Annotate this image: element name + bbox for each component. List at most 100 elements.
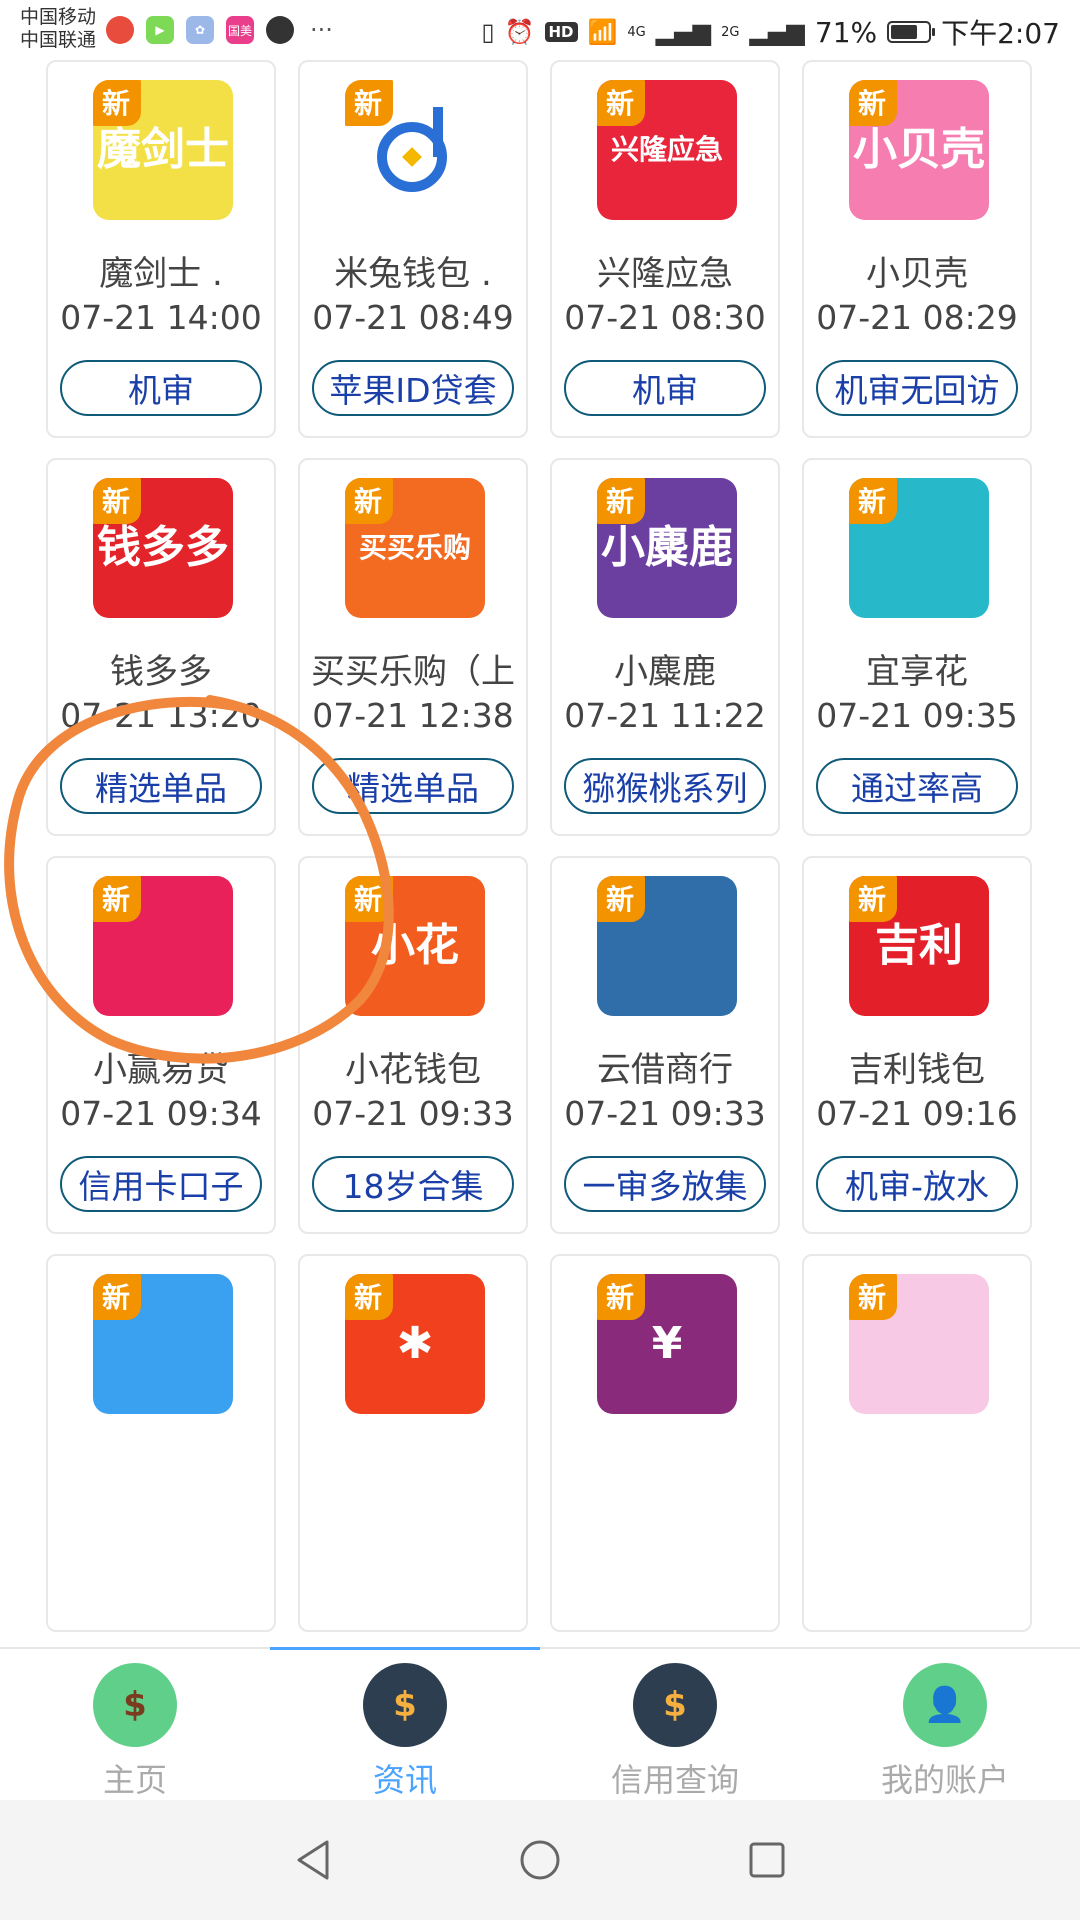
- mojianshi-app-icon: 魔剑士新: [93, 80, 233, 220]
- app-tag-button[interactable]: 猕猴桃系列: [564, 758, 766, 814]
- app-update-time: 07-21 09:33: [312, 1094, 514, 1133]
- app-name: 小麋鹿: [614, 652, 716, 692]
- app-icon-text: 魔剑士: [97, 123, 229, 175]
- status-right: ▯ ⏰ HD 📶 4G ▂▄▆ 2G ▂▄▆ 71% 下午2:07: [481, 12, 1060, 52]
- app-card[interactable]: 新小赢易贷 07-21 09:34 信用卡口子: [46, 856, 276, 1234]
- app-tag-button[interactable]: 苹果ID贷套: [312, 360, 514, 416]
- nav-tab-2[interactable]: $ 资讯: [270, 1649, 540, 1800]
- app-name: 魔剑士 .: [99, 254, 223, 294]
- app-icon-text: 吉利: [875, 919, 963, 971]
- signal-2-label: 2G: [721, 24, 740, 40]
- new-badge: 新: [849, 80, 897, 126]
- carrier-1: 中国移动: [20, 6, 97, 28]
- app-update-time: 07-21 08:30: [564, 298, 766, 337]
- nav-tab-label: 主页: [102, 1761, 167, 1799]
- new-badge: 新: [849, 1274, 897, 1320]
- app-tag-button[interactable]: 精选单品: [60, 758, 262, 814]
- app-tag-button[interactable]: 18岁合集: [312, 1156, 514, 1212]
- app-update-time: 07-21 08:29: [816, 298, 1018, 337]
- signal-1-icon: ▂▄▆: [655, 18, 712, 46]
- app-name: 小赢易贷: [93, 1050, 229, 1090]
- new-badge: 新: [93, 80, 141, 126]
- app-update-time: 07-21 11:22: [564, 696, 766, 735]
- back-button[interactable]: [283, 1830, 343, 1890]
- nav-tab-label: 信用查询: [610, 1761, 739, 1799]
- app-tag-button[interactable]: 机审-放水: [816, 1156, 1018, 1212]
- app-tag-button[interactable]: 精选单品: [312, 758, 514, 814]
- play-store-icon: ▶: [146, 16, 174, 44]
- new-badge: 新: [345, 478, 393, 524]
- app-card[interactable]: ¥ 新: [550, 1254, 780, 1632]
- app-grid: 新品借新品借 .07-21 14:00机审无回访雅典娜钱庄雅典娜 .07-21 …: [46, 60, 1032, 1632]
- app-card[interactable]: 新: [802, 1254, 1032, 1632]
- new-badge: 新: [93, 478, 141, 524]
- app-icon-text: 买买乐购: [358, 531, 471, 565]
- xiaobeike-app-icon: 小贝壳新: [849, 80, 989, 220]
- yixianghua-app-icon: 新: [849, 478, 989, 618]
- app-card[interactable]: 新云借商行 07-21 09:33 一审多放集: [550, 856, 780, 1234]
- message-bubble-icon: [266, 16, 294, 44]
- app-list-viewport[interactable]: 新品借新品借 .07-21 14:00机审无回访雅典娜钱庄雅典娜 .07-21 …: [0, 60, 1080, 1647]
- app-tag-button[interactable]: 信用卡口子: [60, 1156, 262, 1212]
- home-circle-icon: [520, 1840, 560, 1880]
- app-name: 云借商行: [597, 1050, 733, 1090]
- signal-1-label: 4G: [627, 24, 646, 40]
- nav-tab-4[interactable]: 👤 我的账户: [810, 1649, 1080, 1800]
- recents-button[interactable]: [737, 1830, 797, 1890]
- anime-girl-app-icon: 新: [849, 1274, 989, 1414]
- battery-percent: 71%: [814, 15, 878, 49]
- app-card[interactable]: 新宜享花 07-21 09:35 通过率高: [802, 458, 1032, 836]
- status-bar: 中国移动 中国联通 ▶ ✿ 国美 ··· ▯ ⏰ HD 📶 4G ▂▄▆ 2G …: [0, 0, 1080, 60]
- app-card[interactable]: 吉利新吉利钱包 07-21 09:16 机审-放水: [802, 856, 1032, 1234]
- app-tag-button[interactable]: 通过率高: [816, 758, 1018, 814]
- xinglong-app-icon: 兴隆应急 新: [597, 80, 737, 220]
- app-name: 宜享花: [866, 652, 968, 692]
- app-icon-text: ✱: [396, 1317, 434, 1369]
- nav-tab-3[interactable]: $ 信用查询: [540, 1649, 810, 1800]
- new-badge: 新: [849, 876, 897, 922]
- app-card[interactable]: 小麋鹿新小麋鹿 07-21 11:22 猕猴桃系列: [550, 458, 780, 836]
- app-card[interactable]: 兴隆应急 新兴隆应急 07-21 08:30 机审: [550, 60, 780, 438]
- battery-icon: [887, 21, 936, 43]
- app-icon-text: 钱多多: [97, 521, 229, 573]
- star-burst-app-icon: ✱ 新: [345, 1274, 485, 1414]
- app-card[interactable]: 新米兔钱包 . 07-21 08:49 苹果ID贷套: [298, 60, 528, 438]
- app-update-time: 07-21 09:16: [816, 1094, 1018, 1133]
- carrier-info: 中国移动 中国联通: [20, 6, 96, 52]
- app-tag-button[interactable]: 一审多放集: [564, 1156, 766, 1212]
- snowflake-app-icon: 新: [93, 1274, 233, 1414]
- app-tag-button[interactable]: 机审无回访: [816, 360, 1018, 416]
- hd-icon: HD: [544, 22, 578, 42]
- notification-app-icon: [106, 16, 134, 44]
- new-badge: 新: [93, 1274, 141, 1320]
- signal-2-icon: ▂▄▆: [749, 18, 805, 46]
- qianduoduo-app-icon: 钱多多新: [93, 478, 233, 618]
- app-update-time: 07-21 14:00: [60, 298, 262, 337]
- app-card[interactable]: 新: [46, 1254, 276, 1632]
- back-triangle-icon: [297, 1840, 329, 1880]
- app-card[interactable]: 小花新小花钱包 07-21 09:33 18岁合集: [298, 856, 528, 1234]
- user-avatar-icon: 👤: [903, 1663, 987, 1747]
- app-card[interactable]: 买买乐购 新买买乐购（上 07-21 12:38 精选单品: [298, 458, 528, 836]
- nav-tab-label: 资讯: [372, 1761, 437, 1799]
- app-card[interactable]: 钱多多新钱多多 07-21 13:20 精选单品: [46, 458, 276, 836]
- more-notifications-icon: ···: [310, 16, 333, 44]
- app-tag-button[interactable]: 机审: [564, 360, 766, 416]
- new-badge: 新: [345, 80, 393, 126]
- app-card[interactable]: 魔剑士新魔剑士 . 07-21 14:00 机审: [46, 60, 276, 438]
- new-badge: 新: [597, 1274, 645, 1320]
- credit-bag-icon: $: [633, 1663, 717, 1747]
- app-update-time: 07-21 09:33: [564, 1094, 766, 1133]
- app-update-time: 07-21 08:49: [312, 298, 514, 337]
- wifi-icon: 📶: [587, 18, 618, 46]
- app-card[interactable]: 小贝壳新小贝壳 07-21 08:29 机审无回访: [802, 60, 1032, 438]
- app-tag-button[interactable]: 机审: [60, 360, 262, 416]
- new-badge: 新: [597, 876, 645, 922]
- nav-tab-label: 我的账户: [880, 1761, 1009, 1799]
- app-update-time: 07-21 09:35: [816, 696, 1018, 735]
- yuan-star-app-icon: ¥ 新: [597, 1274, 737, 1414]
- app-card[interactable]: ✱ 新: [298, 1254, 528, 1632]
- nav-tab-1[interactable]: $ 主页: [0, 1649, 270, 1800]
- battery-fill: [891, 25, 917, 39]
- home-button[interactable]: [510, 1830, 570, 1890]
